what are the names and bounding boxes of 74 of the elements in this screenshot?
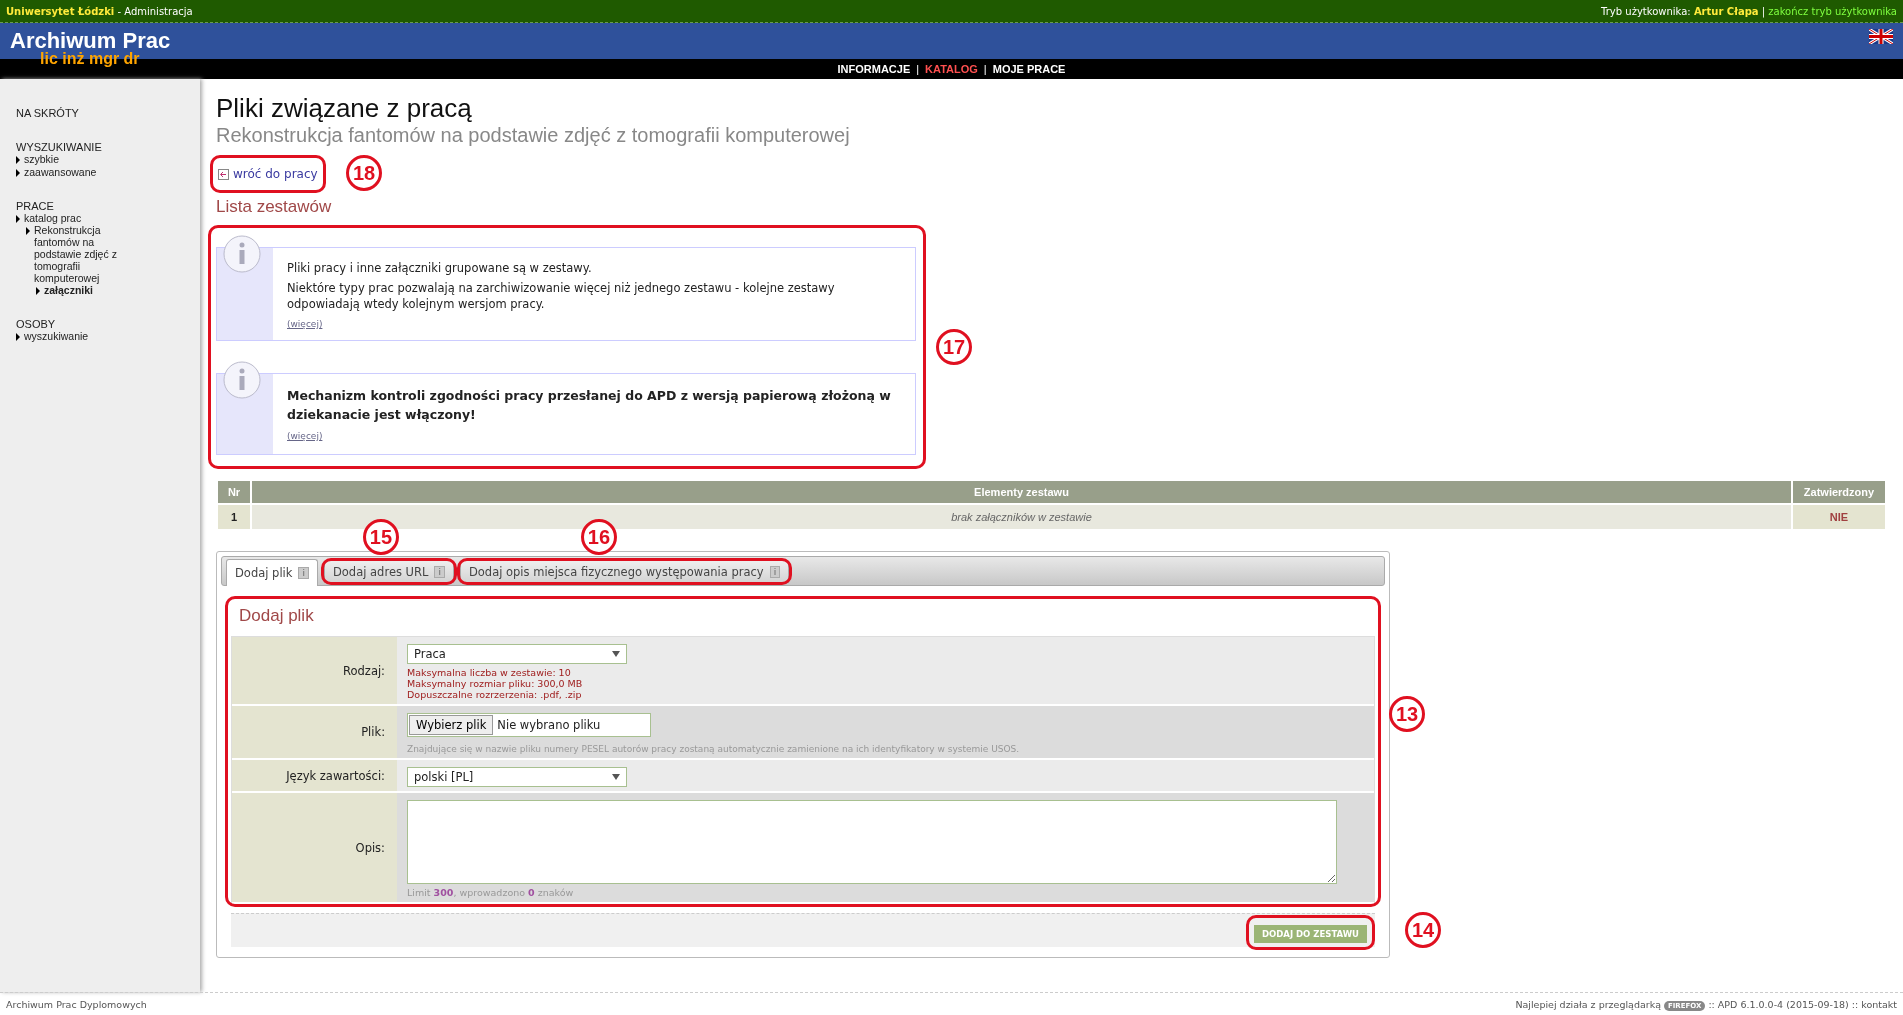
sidebar-heading: OSOBY xyxy=(16,318,57,330)
site-subtitle: lic inż mgr dr xyxy=(40,50,140,68)
callout-number: 15 xyxy=(362,519,399,555)
separator-text: - xyxy=(116,5,123,17)
sidebar-link[interactable]: katalog prac xyxy=(16,212,200,224)
column-header: Nr xyxy=(217,480,251,504)
dropdown-icon xyxy=(612,774,620,780)
table-cell: 1 xyxy=(217,504,251,530)
back-link[interactable]: wróć do pracy xyxy=(216,161,320,187)
callout-number: 13 xyxy=(1389,696,1425,732)
divider-text: | xyxy=(1760,5,1767,17)
footer-title: Archiwum Prac Dyplomowych xyxy=(6,998,147,1010)
callout-number: 14 xyxy=(1405,912,1441,948)
contact-link[interactable]: kontakt xyxy=(1861,998,1897,1010)
info-icon xyxy=(222,360,262,400)
nav-separator: | xyxy=(983,63,987,75)
sidebar-link[interactable]: zaawansowane xyxy=(16,166,200,178)
more-link[interactable]: (więcej) xyxy=(287,316,901,332)
nav-link[interactable]: KATALOG xyxy=(925,63,978,75)
dropdown-icon xyxy=(612,651,620,657)
callout-number: 16 xyxy=(580,519,617,555)
info-text: Niektóre typy prac pozwalają na zarchiwizowanie więcej niż jednego zestawu - kolejne zestawy odpowiadają wtedy kolejnym wersjom pracy. xyxy=(287,280,836,312)
callout-number: 18 xyxy=(346,155,382,191)
site-title: Archiwum Prac xyxy=(10,32,171,50)
page-subtitle: Rekonstrukcja fantomów na podstawie zdjęć z tomografii komputerowej xyxy=(216,124,851,147)
info-text: Pliki pracy i inne załączniki grupowane są w zestawy. xyxy=(287,260,593,276)
user-name: Artur Cłapa xyxy=(1693,5,1759,17)
back-arrow-icon xyxy=(218,168,229,180)
field-label: Opis: xyxy=(232,793,397,904)
sidebar-heading: WYSZUKIWANIE xyxy=(16,141,103,153)
end-mode-link[interactable]: zakończ tryb użytkownika xyxy=(1768,5,1897,17)
choose-file-button[interactable]: Wybierz plik xyxy=(409,715,494,735)
info-badge: i xyxy=(298,567,309,579)
university-name: Uniwersytet Łódzki xyxy=(6,5,115,17)
sidebar-link[interactable]: wyszukiwanie xyxy=(16,330,200,342)
file-field[interactable]: Wybierz plik Nie wybrano pliku xyxy=(407,713,651,737)
form-title: Dodaj plik xyxy=(239,606,315,626)
section-heading: Lista zestawów xyxy=(216,197,333,217)
select-field[interactable]: Praca xyxy=(407,644,627,664)
field-note: Maksymalna liczba w zestawie: 10 xyxy=(407,667,572,678)
tab[interactable]: Dodaj plik i xyxy=(226,559,318,586)
field-note: Dopuszczalne rozrzerzenia: .pdf, .zip xyxy=(407,689,583,700)
nav-link[interactable]: MOJE PRACE xyxy=(992,63,1066,75)
info-text: Mechanizm kontroli zgodności pracy przesłanej do APD z wersją papierową złożoną w dziekanacie jest włączony! xyxy=(287,387,892,424)
field-note: Maksymalny rozmiar pliku: 300,0 MB xyxy=(407,678,584,689)
description-field[interactable] xyxy=(407,800,1337,884)
page-title: Pliki związane z pracą xyxy=(216,93,473,124)
column-header: Zatwierdzony xyxy=(1792,480,1886,504)
bullet-arrow-icon xyxy=(16,333,20,341)
nav-link[interactable]: INFORMACJE xyxy=(837,63,911,75)
info-icon xyxy=(222,234,262,274)
section-name: Administracja xyxy=(124,5,193,17)
character-counter: Limit 300, wprowadzono 0 znaków xyxy=(407,887,575,898)
info-badge: i xyxy=(434,565,445,578)
nav-separator: | xyxy=(916,63,920,75)
sidebar-link[interactable]: szybkie xyxy=(16,153,200,165)
flag-icon[interactable] xyxy=(1869,29,1893,44)
field-label: Rodzaj: xyxy=(232,637,397,706)
select-field[interactable]: polski [PL] xyxy=(407,767,627,787)
browser-note: Najlepiej działa z przeglądarką xyxy=(1515,998,1661,1010)
more-link[interactable]: (więcej) xyxy=(287,428,901,444)
field-hint: Znajdujące się w nazwie pliku numery PESEL autorów pracy zostaną automatycznie zamienione na ich identyfikatory w systemie USOS. xyxy=(407,744,1021,754)
column-header: Elementy zestawu xyxy=(251,480,1792,504)
mode-label: Tryb użytkownika: xyxy=(1601,5,1692,17)
table-cell: brak załączników w zestawie xyxy=(251,504,1792,530)
callout-number: 17 xyxy=(936,329,972,365)
sidebar-link[interactable]: załączniki xyxy=(36,284,136,296)
field-label: Język zawartości: xyxy=(232,760,397,793)
bullet-arrow-icon xyxy=(36,287,40,295)
table-cell: NIE xyxy=(1792,504,1886,530)
version-text: :: APD 6.1.0.0-4 (2015-09-18) :: xyxy=(1708,998,1860,1010)
sidebar-heading: PRACE xyxy=(16,200,55,212)
field-label: Plik: xyxy=(232,706,397,760)
sidebar-heading: NA SKRÓTY xyxy=(16,107,80,119)
